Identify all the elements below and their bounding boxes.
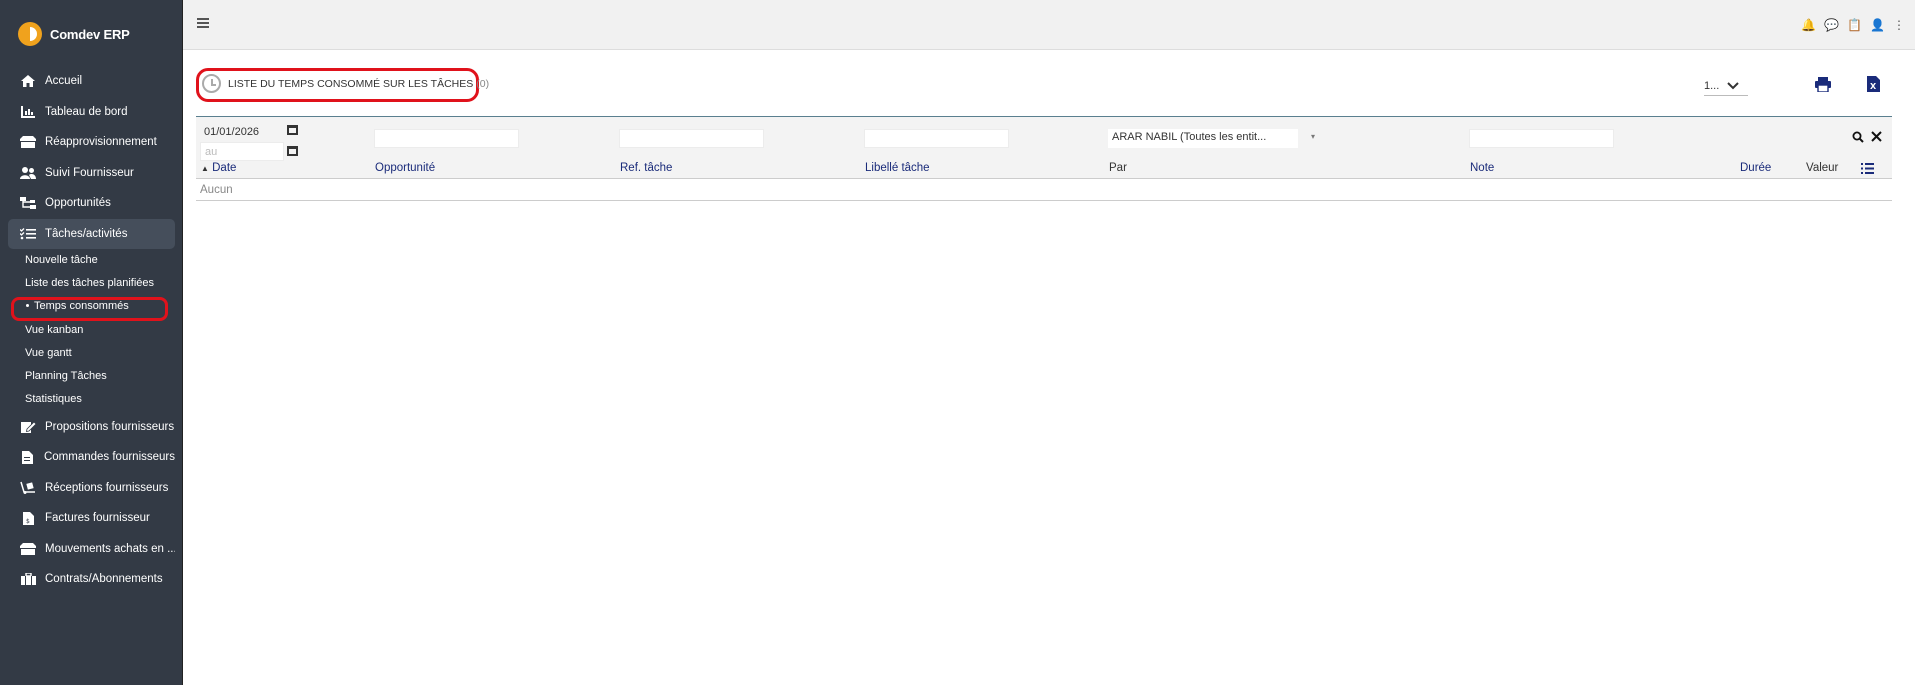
dropdown-arrow-icon[interactable]: ▾ [1311,132,1315,141]
sidebar-item-label: Contrats/Abonnements [45,573,163,586]
topbar: 🔔 💬 📋 👤 ⋮ [183,0,1915,50]
clear-filter-icon[interactable] [1871,131,1882,145]
sidebar-item-label: Factures fournisseur [45,512,150,525]
date-from-input[interactable] [200,122,280,141]
sidebar-item-label: Commandes fournisseurs [43,451,175,464]
bell-icon[interactable]: 🔔 [1801,18,1816,32]
column-date[interactable]: ▲ Date [201,162,236,174]
sidebar-subitem-statistiques[interactable]: Statistiques [25,388,175,411]
sidebar-item-contrats-abonnements[interactable]: Contrats/Abonnements [8,564,175,595]
sitemap-icon [20,196,36,210]
page-size-select[interactable]: 1... [1704,78,1748,96]
filter-row: ARAR NABIL (Toutes les entit... ▾ [196,116,1892,161]
brand-logo-icon [18,22,42,46]
clipboard-icon[interactable]: 📋 [1847,18,1862,32]
column-selector-icon[interactable] [1861,163,1874,177]
opportunite-filter-input[interactable] [374,129,519,148]
sort-asc-icon: ▲ [201,164,209,173]
sidebar-item-label: Mouvements achats en ... [45,542,175,555]
note-filter-input[interactable] [1469,129,1614,148]
sidebar-item-label: Réapprovisionnement [45,136,157,149]
box-icon [20,135,36,149]
sidebar-subitem-planning-taches[interactable]: Planning Tâches [25,365,175,388]
table-header: ▲ Date Opportunité Ref. tâche Libellé tâ… [196,161,1892,179]
sidebar-item-label: Réceptions fournisseurs [45,481,169,494]
par-filter-select[interactable]: ARAR NABIL (Toutes les entit... [1108,129,1298,148]
sidebar-item-taches-activites[interactable]: Tâches/activités [8,218,175,249]
sidebar-menu: Accueil Tableau de bord Réapprovisionnem… [8,66,175,594]
sidebar-item-suivi-fournisseur[interactable]: Suivi Fournisseur [8,158,175,189]
box-icon [20,542,36,556]
sidebar-item-reapprovisionnement[interactable]: Réapprovisionnement [8,127,175,158]
calendar-icon[interactable] [287,146,298,156]
clock-icon [202,74,221,93]
page-title: LISTE DU TEMPS CONSOMMÉ SUR LES TÂCHES (… [202,74,489,93]
chat-icon[interactable]: 💬 [1824,18,1839,32]
users-icon [20,166,36,180]
sidebar-item-mouvements-achats[interactable]: Mouvements achats en ... [8,533,175,564]
sidebar-item-label: Suivi Fournisseur [45,166,134,179]
briefcase-icon [20,572,36,586]
par-filter-value: ARAR NABIL (Toutes les entit... [1112,131,1267,143]
column-duree[interactable]: Durée [1740,162,1771,174]
date-to-input[interactable] [200,142,284,161]
sidebar-item-tableau-de-bord[interactable]: Tableau de bord [8,97,175,128]
sidebar-item-label: Opportunités [45,197,111,210]
sidebar-item-label: Tâches/activités [45,227,128,240]
column-ref-tache[interactable]: Ref. tâche [620,162,672,174]
svg-text:X: X [1870,82,1877,91]
column-label: Date [212,162,237,174]
page-tools: 1... X [1704,76,1888,97]
sidebar-item-propositions-fournisseurs[interactable]: Propositions fournisseurs [8,411,175,442]
sidebar-subitem-nouvelle-tache[interactable]: Nouvelle tâche [25,249,175,272]
sidebar-item-label: Propositions fournisseurs [45,420,175,433]
brand[interactable]: Comdev ERP [18,22,130,46]
user-avatar-icon[interactable]: 👤 [1870,18,1885,32]
column-libelle-tache[interactable]: Libellé tâche [865,162,930,174]
sidebar-item-label: Tableau de bord [45,105,128,118]
edit-icon [20,420,36,434]
file-icon [20,450,35,464]
search-icon[interactable] [1852,131,1864,146]
ref-tache-filter-input[interactable] [619,129,764,148]
sidebar-subitem-vue-kanban[interactable]: Vue kanban [25,319,175,342]
libelle-tache-filter-input[interactable] [864,129,1009,148]
chart-icon [20,105,36,119]
column-par[interactable]: Par [1109,162,1127,174]
column-opportunite[interactable]: Opportunité [375,162,435,174]
chevron-down-icon [1727,79,1740,93]
sidebar-subitem-vue-gantt[interactable]: Vue gantt [25,342,175,365]
calendar-icon[interactable] [287,125,298,135]
dolly-icon [20,481,36,495]
sidebar-item-commandes-fournisseurs[interactable]: Commandes fournisseurs [8,442,175,473]
topbar-icons: 🔔 💬 📋 👤 ⋮ [1801,18,1905,32]
more-vertical-icon[interactable]: ⋮ [1893,18,1905,32]
empty-row: Aucun [196,179,1892,201]
print-icon[interactable] [1808,76,1838,97]
highlight-outline [11,297,168,321]
brand-name: Comdev ERP [50,26,130,42]
sidebar-item-accueil[interactable]: Accueil [8,66,175,97]
sidebar-item-opportunites[interactable]: Opportunités [8,188,175,219]
export-excel-icon[interactable]: X [1858,76,1888,97]
time-table: ARAR NABIL (Toutes les entit... ▾ ▲ Date… [196,116,1892,201]
sidebar-submenu: Nouvelle tâche Liste des tâches planifié… [8,249,175,411]
column-valeur[interactable]: Valeur [1806,162,1838,174]
invoice-icon: $ [20,511,36,525]
sidebar-item-label: Accueil [45,75,83,88]
column-note[interactable]: Note [1470,162,1494,174]
tasks-icon [20,227,36,241]
page-size-value: 1... [1704,80,1720,92]
record-count: (0) [476,77,490,90]
app: Comdev ERP Accueil Tableau de bord Réapp… [0,0,1915,685]
page-title-text: LISTE DU TEMPS CONSOMMÉ SUR LES TÂCHES [228,77,474,90]
hamburger-menu-icon[interactable] [197,18,209,28]
sidebar-item-receptions-fournisseurs[interactable]: Réceptions fournisseurs [8,472,175,503]
svg-text:$: $ [26,518,30,525]
home-icon [20,74,36,88]
sidebar-subitem-liste-taches[interactable]: Liste des tâches planifiées [25,272,175,295]
sidebar: Comdev ERP Accueil Tableau de bord Réapp… [0,0,183,685]
sidebar-item-factures-fournisseur[interactable]: $ Factures fournisseur [8,503,175,534]
